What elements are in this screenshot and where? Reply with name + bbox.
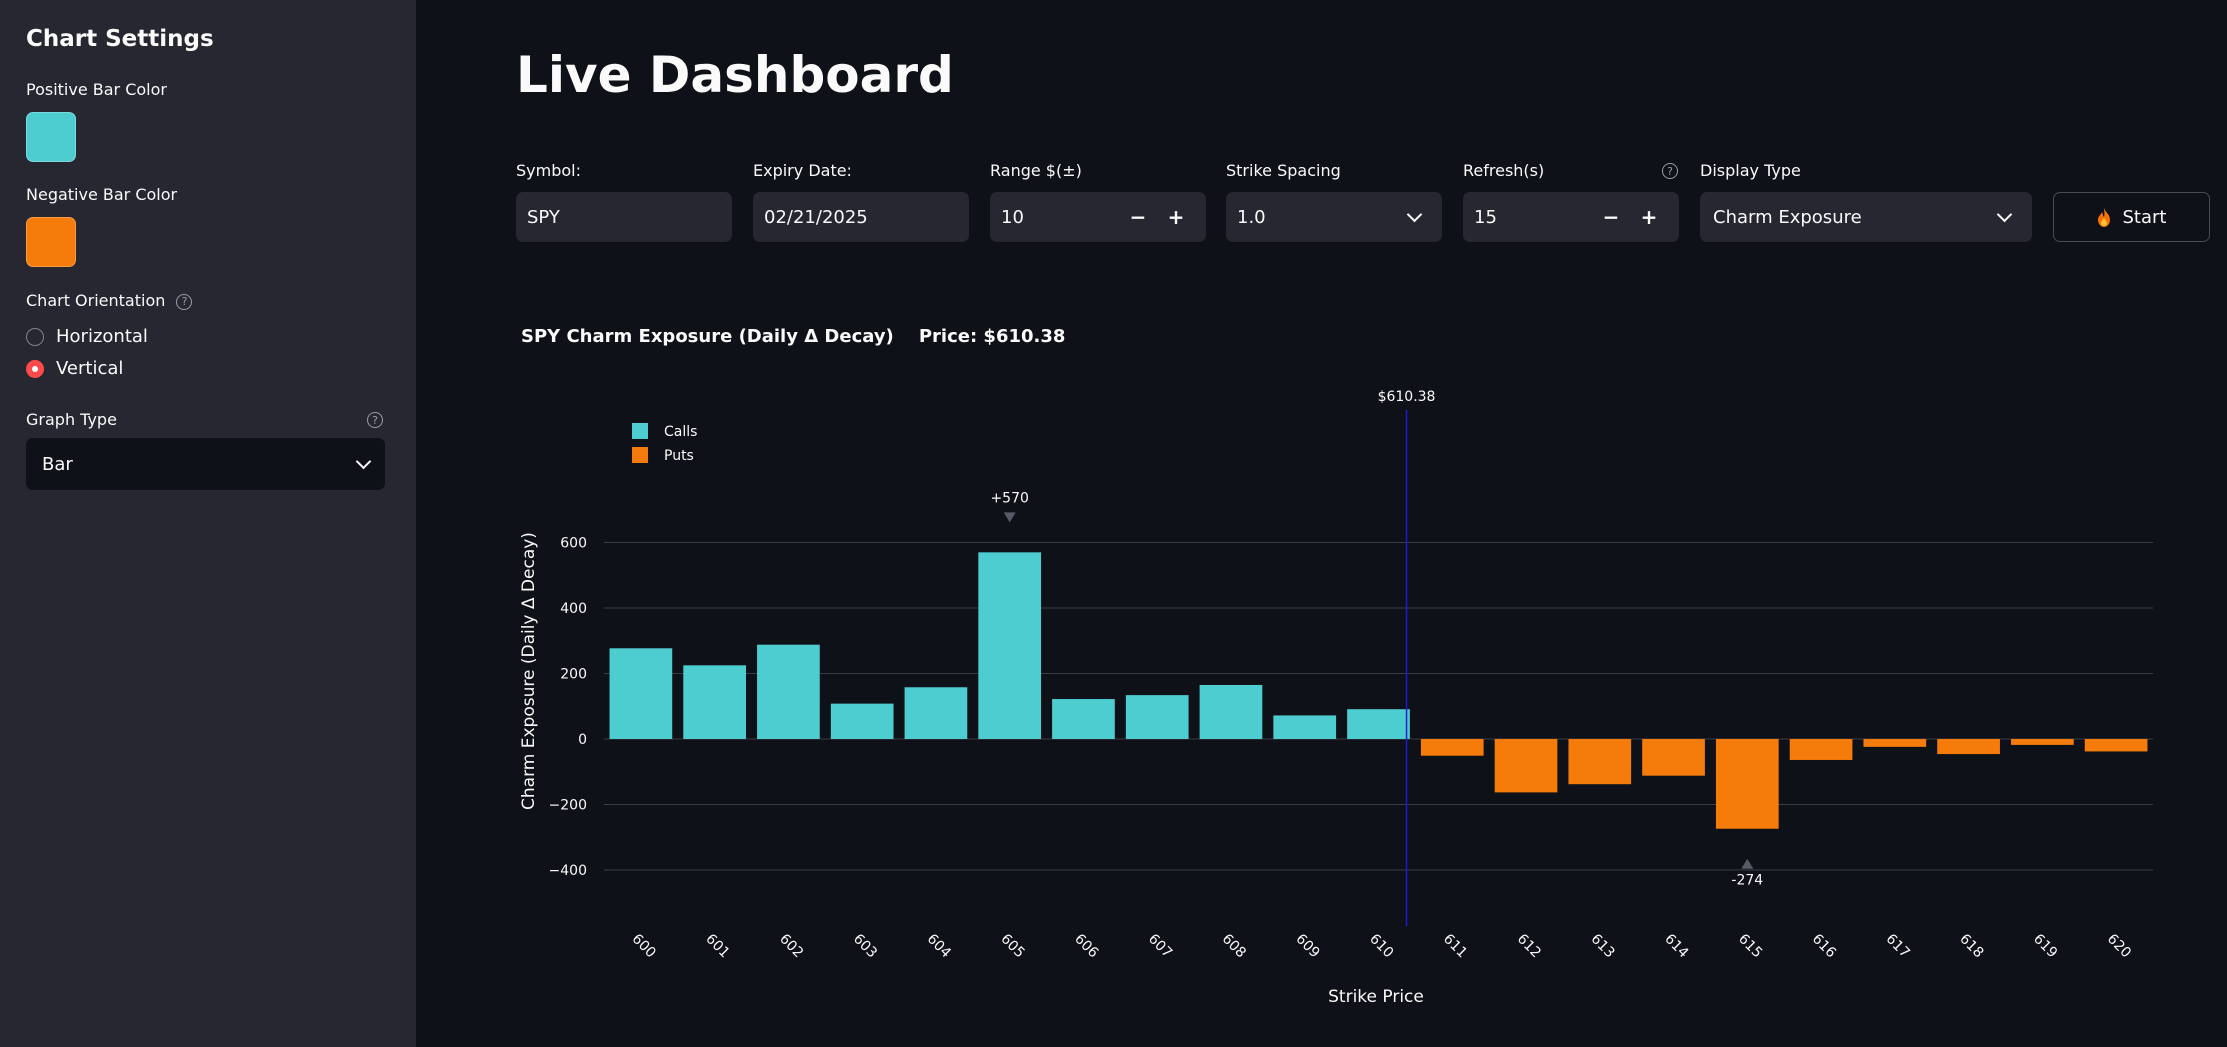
legend-label: Puts xyxy=(664,448,694,464)
bar-puts-611 xyxy=(1420,739,1484,756)
y-tick-label: 0 xyxy=(578,732,587,748)
x-tick-label: 602 xyxy=(776,931,806,961)
x-tick-label: 607 xyxy=(1145,931,1175,961)
bar-puts-617 xyxy=(1863,739,1927,747)
bar-calls-604 xyxy=(904,687,968,739)
x-tick-label: 603 xyxy=(850,931,880,961)
bar-puts-612 xyxy=(1494,739,1558,793)
charm-exposure-chart: −400 −200 0 200 400 600 600 601 602 603 604 605 606 6… xyxy=(519,389,2153,1007)
x-tick-label: 611 xyxy=(1440,931,1470,961)
annotation-label: +570 xyxy=(990,490,1028,506)
y-tick-label: −200 xyxy=(549,798,587,814)
x-tick-label: 605 xyxy=(997,931,1027,961)
x-tick-label: 601 xyxy=(702,931,732,961)
x-tick-label: 604 xyxy=(924,931,954,961)
bar-puts-618 xyxy=(1937,739,2000,755)
bar-puts-613 xyxy=(1568,739,1632,785)
x-tick-label: 617 xyxy=(1883,931,1913,961)
bar-puts-620 xyxy=(2084,739,2148,752)
bar-calls-608 xyxy=(1199,684,1263,739)
bar-puts-619 xyxy=(2011,739,2074,745)
price-line-label: $610.38 xyxy=(1378,389,1436,405)
y-tick-label: 200 xyxy=(560,667,587,683)
annotation-arrow-icon xyxy=(1741,858,1754,869)
x-tick-label: 615 xyxy=(1735,931,1765,961)
bar-calls-602 xyxy=(757,644,820,739)
legend-swatch xyxy=(632,447,648,463)
legend-swatch xyxy=(632,423,648,439)
legend-label: Calls xyxy=(664,424,697,440)
x-tick-label: 606 xyxy=(1071,931,1101,961)
bar-puts-614 xyxy=(1642,739,1705,776)
x-tick-label: 610 xyxy=(1366,931,1396,961)
x-tick-label: 616 xyxy=(1809,931,1839,961)
bar-puts-615 xyxy=(1715,739,1779,829)
bar-calls-606 xyxy=(1052,699,1115,739)
x-tick-label: 609 xyxy=(1292,931,1322,961)
x-tick-label: 600 xyxy=(629,931,659,961)
y-tick-label: 400 xyxy=(560,601,587,617)
bar-calls-605 xyxy=(978,552,1042,739)
x-tick-label: 620 xyxy=(2104,931,2134,961)
x-tick-label: 612 xyxy=(1514,931,1544,961)
bar-calls-609 xyxy=(1273,715,1337,739)
annotation-label: -274 xyxy=(1731,873,1763,889)
x-axis-title: Strike Price xyxy=(1328,987,1424,1007)
bar-calls-601 xyxy=(683,665,746,739)
annotation-arrow-icon xyxy=(1003,512,1016,523)
bar-calls-607 xyxy=(1125,695,1189,739)
x-tick-label: 618 xyxy=(1956,931,1986,961)
y-tick-label: 600 xyxy=(560,536,587,552)
bar-calls-603 xyxy=(830,703,894,739)
x-tick-label: 614 xyxy=(1661,931,1691,961)
bar-puts-616 xyxy=(1789,739,1853,760)
x-tick-label: 613 xyxy=(1588,931,1618,961)
y-axis-title: Charm Exposure (Daily Δ Decay) xyxy=(519,532,539,810)
y-tick-label: −400 xyxy=(549,863,587,879)
bar-calls-610 xyxy=(1347,709,1410,739)
bar-calls-600 xyxy=(609,648,673,739)
x-tick-label: 619 xyxy=(2030,931,2060,961)
x-tick-label: 608 xyxy=(1219,931,1249,961)
